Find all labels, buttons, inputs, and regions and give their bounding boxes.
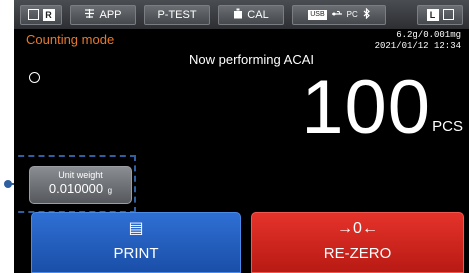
rezero-icon: →0← xyxy=(337,220,378,237)
cal-label: CAL xyxy=(247,8,269,21)
r-badge: R xyxy=(42,8,55,21)
pc-connection-icon xyxy=(331,10,342,20)
print-label: PRINT xyxy=(113,245,159,262)
r-button[interactable]: R xyxy=(20,4,62,25)
printer-icon: ▤ xyxy=(128,220,144,237)
pc-label: PC xyxy=(346,10,358,19)
balance-screen: R APP P-TEST CAL USB PC L Counting mode … xyxy=(14,0,469,273)
square-icon xyxy=(442,9,454,20)
top-toolbar: R APP P-TEST CAL USB PC L xyxy=(14,0,469,29)
unit-weight-unit: g xyxy=(107,186,113,195)
unit-weight-value: 0.010000 xyxy=(48,181,104,196)
datetime: 2021/01/12 12:34 xyxy=(374,41,461,51)
usb-badge: USB xyxy=(308,9,327,20)
calibration-weight-icon xyxy=(233,8,243,22)
count-unit: PCS xyxy=(432,118,463,135)
unit-weight-label: Unit weight xyxy=(58,170,103,180)
cal-button[interactable]: CAL xyxy=(218,4,284,25)
app-label: APP xyxy=(99,8,122,21)
stability-indicator-icon xyxy=(29,72,40,83)
info-block: 6.2g/0.001mg 2021/01/12 12:34 xyxy=(375,30,461,52)
square-icon xyxy=(27,9,39,20)
adjust-icon xyxy=(84,8,95,22)
connection-status[interactable]: USB PC xyxy=(292,4,386,25)
unit-weight-button[interactable]: Unit weight 0.010000 g xyxy=(29,166,132,204)
count-value: 100 xyxy=(301,65,431,150)
ptest-label: P-TEST xyxy=(157,8,197,21)
app-button[interactable]: APP xyxy=(70,4,136,25)
capacity-readability: 6.2g/0.001mg xyxy=(396,30,461,40)
bluetooth-icon xyxy=(363,7,370,21)
l-badge: L xyxy=(426,8,439,21)
l-button[interactable]: L xyxy=(417,4,463,25)
ptest-button[interactable]: P-TEST xyxy=(144,4,210,25)
rezero-label: RE-ZERO xyxy=(323,245,392,262)
rezero-button[interactable]: →0← RE-ZERO xyxy=(251,212,464,273)
mode-label: Counting mode xyxy=(26,32,115,47)
print-button[interactable]: ▤ PRINT xyxy=(31,212,241,273)
